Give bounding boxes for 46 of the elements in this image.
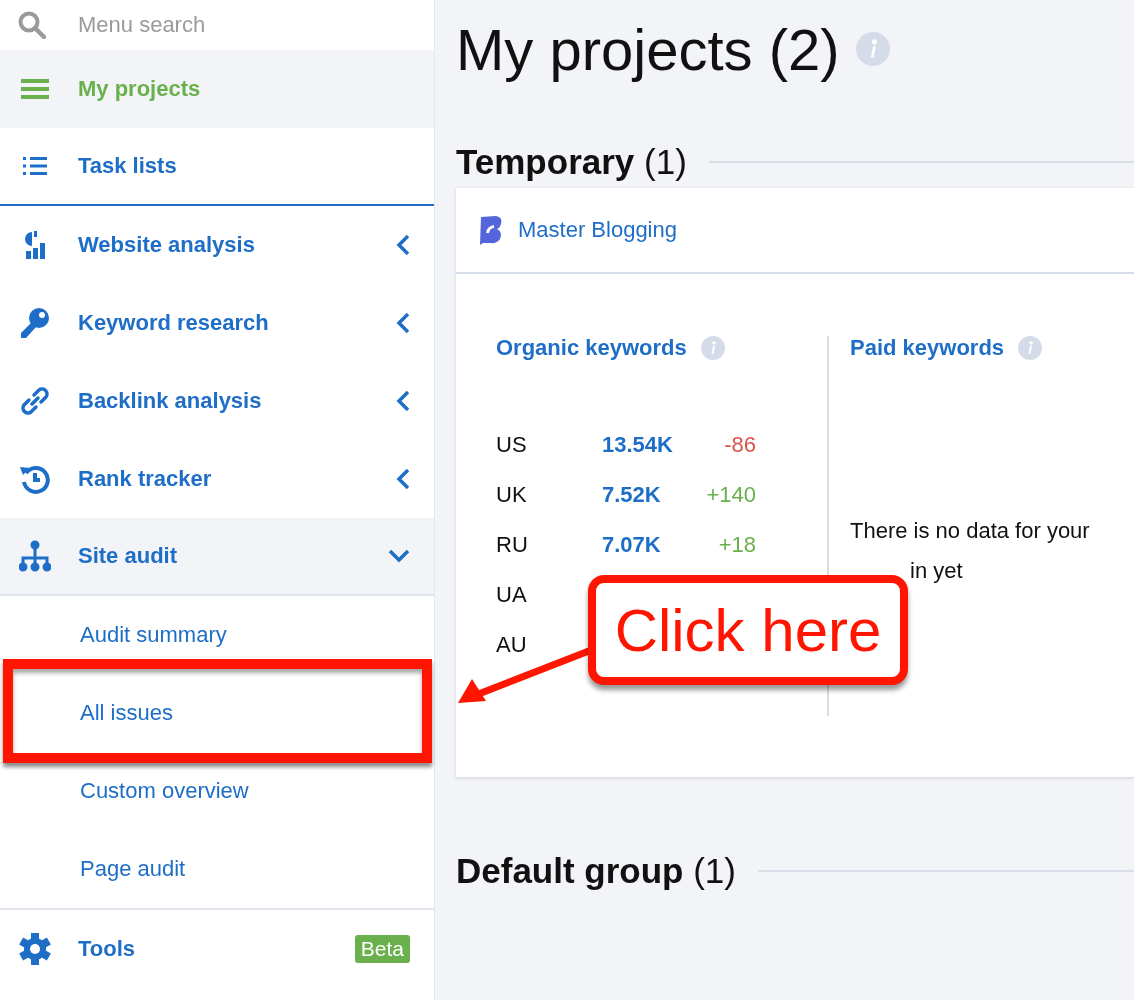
country-code: RU [496,532,529,558]
country-code: UA [496,582,528,608]
no-data-message: in yet [910,558,964,584]
sidebar-item[interactable]: Site audit [0,518,434,596]
sidebar-subitem[interactable]: Page audit [0,830,434,908]
sidebar-item[interactable]: Keyword research [0,284,434,362]
sidebar-subitem[interactable]: All issues [0,674,434,752]
no-data-message: There is no data for your [850,518,1091,544]
search-icon [18,11,46,39]
section-title: Paid keywords [850,335,1005,361]
chart-icon [23,230,47,260]
sidebar-item[interactable]: Task lists [0,128,434,206]
callout: Click here [588,575,908,685]
logo-icon [478,215,504,245]
keyword-count[interactable]: 13.54K [602,432,702,458]
group-title: Default group (1) [456,851,736,891]
sidebar-item[interactable]: Tools Beta [0,910,434,988]
link-icon [19,385,51,417]
info-icon[interactable] [700,336,725,360]
country-code: AU [496,632,528,658]
beta-badge: Beta [354,935,410,963]
settings-icon [19,933,51,965]
project-name[interactable]: Master Blogging [518,217,677,243]
country-code: UK [496,482,528,508]
sidebar-item[interactable]: Rank tracker [0,440,434,518]
sidebar-item[interactable]: Website analysis [0,206,434,284]
hierarchy-icon [19,540,51,572]
change-value: -86 [723,432,756,458]
change-value: +18 [717,532,756,558]
list-icon [23,156,47,176]
change-value: +140 [705,482,756,508]
section-title: Organic keywords [496,335,687,361]
keyword-count[interactable]: 7.07K [602,532,702,558]
group-title: Temporary (1) [456,142,687,182]
sidebar-subitem[interactable]: Custom overview [0,752,434,830]
history-icon [20,464,50,494]
keyword-count[interactable]: 7.52K [602,482,702,508]
info-icon[interactable] [855,32,890,66]
menu-search-field[interactable]: Menu search [78,12,378,38]
key-icon [19,307,51,339]
sidebar-subitem[interactable]: Audit summary [0,596,434,674]
menu-icon [21,78,49,100]
sidebar-item[interactable]: Backlink analysis [0,362,434,440]
info-icon[interactable] [1018,336,1043,360]
country-code: US [496,432,528,458]
page-title: My projects (2) [456,15,840,83]
